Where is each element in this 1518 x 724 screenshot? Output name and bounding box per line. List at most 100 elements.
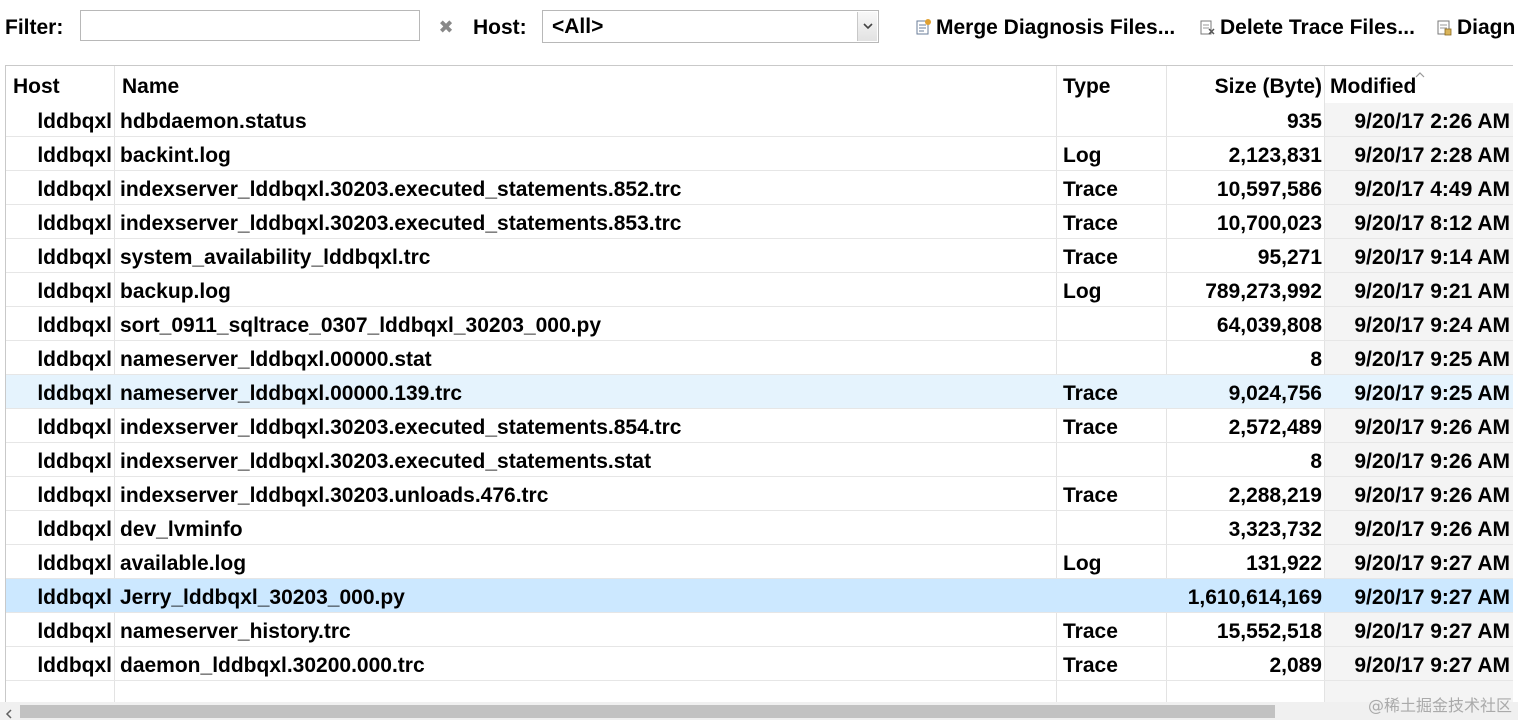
host-dropdown-value: <All> <box>552 15 604 38</box>
filter-input[interactable] <box>80 10 420 41</box>
filter-label: Filter: <box>5 16 64 39</box>
cell-size: 131,922 <box>1246 552 1322 575</box>
chevron-down-icon[interactable] <box>857 12 877 41</box>
cell-size: 2,089 <box>1269 654 1322 677</box>
table-header: Host Name Type Size (Byte) Modified <box>6 66 1513 103</box>
table-row[interactable]: lddbqxl sort_0911_sqltrace_0307_lddbqxl_3… <box>6 307 1513 341</box>
column-header-type[interactable]: Type <box>1063 66 1110 103</box>
table-row[interactable]: lddbqxl indexserver_lddbqxl.30203.execute… <box>6 443 1513 477</box>
cell-host: lddbqxl <box>37 518 112 541</box>
cell-type: Log <box>1063 552 1102 575</box>
table-row[interactable]: lddbqxl Jerry_lddbqxl_30203_000.py 1,610,6… <box>6 579 1513 613</box>
watermark: @稀土掘金技术社区 <box>1367 696 1512 715</box>
cell-modified: 9/20/17 9:26 AM <box>1354 450 1510 473</box>
cell-name: indexserver_lddbqxl.30203.unloads.476.tr… <box>120 484 549 507</box>
cell-modified: 9/20/17 2:28 AM <box>1354 144 1510 167</box>
table-row[interactable]: lddbqxl available.log Log 131,922 9/20/17 9:… <box>6 545 1513 579</box>
cell-name: daemon_lddbqxl.30200.000.trc <box>120 654 425 677</box>
cell-host: lddbqxl <box>37 484 112 507</box>
cell-host: lddbqxl <box>37 586 112 609</box>
cell-modified: 9/20/17 9:27 AM <box>1354 552 1510 575</box>
cell-name: hdbdaemon.status <box>120 110 307 133</box>
column-header-host[interactable]: Host <box>13 66 60 103</box>
cell-size: 64,039,808 <box>1216 314 1322 337</box>
cell-modified: 9/20/17 9:21 AM <box>1354 280 1510 303</box>
cell-type: Trace <box>1063 416 1118 439</box>
horizontal-scrollbar[interactable] <box>0 702 1518 720</box>
column-header-name[interactable]: Name <box>122 66 179 103</box>
host-label: Host: <box>473 16 527 39</box>
cell-host: lddbqxl <box>37 348 112 371</box>
cell-type: Trace <box>1063 654 1118 677</box>
cell-size: 10,597,586 <box>1216 178 1322 201</box>
cell-host: lddbqxl <box>37 144 112 167</box>
cell-modified: 9/20/17 9:25 AM <box>1354 382 1510 405</box>
cell-name: nameserver_history.trc <box>120 620 351 643</box>
cell-type: Trace <box>1063 382 1118 405</box>
cell-name: backint.log <box>120 144 231 167</box>
delete-trace-icon <box>1200 18 1216 36</box>
cell-size: 935 <box>1286 110 1322 133</box>
table-row[interactable]: lddbqxl indexserver_lddbqxl.30203.execute… <box>6 171 1513 205</box>
cell-modified: 9/20/17 2:26 AM <box>1354 110 1510 133</box>
cell-size: 2,123,831 <box>1228 144 1322 167</box>
cell-host: lddbqxl <box>37 382 112 405</box>
cell-host: lddbqxl <box>37 416 112 439</box>
cell-type <box>1063 341 1163 374</box>
table-row[interactable]: lddbqxl daemon_lddbqxl.30200.000.trc Trace… <box>6 647 1513 681</box>
cell-type: Log <box>1063 280 1102 303</box>
host-dropdown[interactable]: <All> <box>542 10 879 43</box>
cell-type: Log <box>1063 144 1102 167</box>
delete-trace-files-label: Delete Trace Files... <box>1220 16 1415 39</box>
diagnosis-label: Diagn <box>1457 16 1516 39</box>
cell-modified: 9/20/17 4:49 AM <box>1354 178 1510 201</box>
cell-type: Trace <box>1063 178 1118 201</box>
scroll-left-icon[interactable] <box>4 706 14 719</box>
cell-name: indexserver_lddbqxl.30203.executed_state… <box>120 450 652 473</box>
table-row[interactable]: lddbqxl system_availability_lddbqxl.trc Tr… <box>6 239 1513 273</box>
clear-filter-icon[interactable]: ✖ <box>436 16 456 38</box>
cell-host: lddbqxl <box>37 110 112 133</box>
table-row[interactable]: lddbqxl hdbdaemon.status 935 9/20/17 2:26 A… <box>6 103 1513 137</box>
cell-name: indexserver_lddbqxl.30203.executed_state… <box>120 416 682 439</box>
cell-size: 2,572,489 <box>1228 416 1322 439</box>
cell-type <box>1063 443 1163 476</box>
table-row[interactable]: lddbqxl backint.log Log 2,123,831 9/20/17 2:… <box>6 137 1513 171</box>
table-row[interactable]: lddbqxl dev_lvminfo 3,323,732 9/20/17 9:26 … <box>6 511 1513 545</box>
cell-host: lddbqxl <box>37 552 112 575</box>
cell-host: lddbqxl <box>37 654 112 677</box>
sort-ascending-icon <box>1414 66 1426 78</box>
cell-name: system_availability_lddbqxl.trc <box>120 246 431 269</box>
table-row[interactable]: lddbqxl nameserver_lddbqxl.00000.139.trc T… <box>6 375 1513 409</box>
table-row[interactable]: lddbqxl indexserver_lddbqxl.30203.execute… <box>6 409 1513 443</box>
table-row[interactable]: lddbqxl nameserver_lddbqxl.00000.stat 8 9/2… <box>6 341 1513 375</box>
cell-host: lddbqxl <box>37 212 112 235</box>
table-row[interactable]: lddbqxl indexserver_lddbqxl.30203.unloads… <box>6 477 1513 511</box>
cell-host: lddbqxl <box>37 246 112 269</box>
scrollbar-thumb[interactable] <box>20 705 1275 718</box>
table-row[interactable]: lddbqxl indexserver_lddbqxl.30203.execute… <box>6 205 1513 239</box>
trace-files-table: Host Name Type Size (Byte) Modified lddb… <box>5 65 1513 702</box>
cell-modified: 9/20/17 9:27 AM <box>1354 586 1510 609</box>
column-header-modified[interactable]: Modified <box>1330 66 1416 103</box>
toolbar: Filter: ✖ Host: <All> Merge Diagnosis Fi… <box>0 0 1518 60</box>
cell-type: Trace <box>1063 246 1118 269</box>
cell-modified: 9/20/17 9:24 AM <box>1354 314 1510 337</box>
table-row[interactable]: lddbqxl nameserver_history.trc Trace 15,552… <box>6 613 1513 647</box>
cell-size: 2,288,219 <box>1228 484 1322 507</box>
cell-name: indexserver_lddbqxl.30203.executed_state… <box>120 178 682 201</box>
cell-modified: 9/20/17 9:27 AM <box>1354 654 1510 677</box>
column-header-size[interactable]: Size (Byte) <box>1167 66 1322 103</box>
cell-type: Trace <box>1063 620 1118 643</box>
cell-type <box>1063 307 1163 340</box>
cell-modified: 9/20/17 9:25 AM <box>1354 348 1510 371</box>
table-row[interactable]: lddbqxl backup.log Log 789,273,992 9/20/17 9… <box>6 273 1513 307</box>
cell-modified: 9/20/17 9:27 AM <box>1354 620 1510 643</box>
cell-name: backup.log <box>120 280 231 303</box>
cell-type: Trace <box>1063 212 1118 235</box>
cell-size: 8 <box>1310 348 1322 371</box>
cell-modified: 9/20/17 8:12 AM <box>1354 212 1510 235</box>
cell-size: 1,610,614,169 <box>1187 586 1322 609</box>
cell-host: lddbqxl <box>37 280 112 303</box>
cell-host: lddbqxl <box>37 178 112 201</box>
